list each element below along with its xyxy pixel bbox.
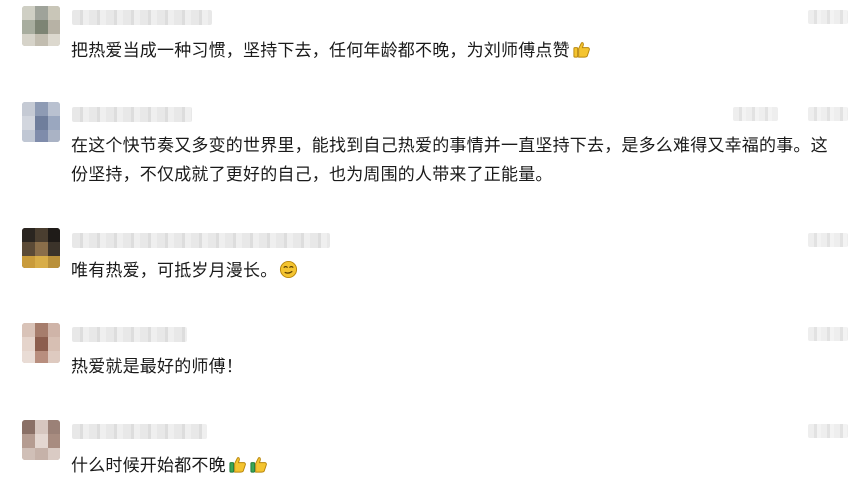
comment-text: 什么时候开始都不晚	[71, 452, 843, 481]
comment-text: 唯有热爱，可抵岁月漫长。	[71, 257, 843, 286]
comment-meta	[808, 424, 848, 438]
smirk-face-icon	[280, 260, 298, 279]
username[interactable]	[72, 10, 212, 25]
comment-text: 把热爱当成一种习惯，坚持下去，任何年龄都不晚，为刘师傅点赞	[71, 37, 843, 66]
comment-meta	[808, 107, 848, 121]
avatar[interactable]	[22, 6, 60, 46]
comment-meta	[733, 107, 778, 121]
comment-text: 热爱就是最好的师傅！	[71, 357, 243, 377]
avatar[interactable]	[22, 323, 60, 363]
username[interactable]	[72, 107, 192, 122]
avatar[interactable]	[22, 102, 60, 142]
username[interactable]	[72, 233, 330, 248]
avatar[interactable]	[22, 228, 60, 268]
comment-text: 在这个快节奏又多变的世界里，能找到自己热爱的事情并一直坚持下去，是多么难得又幸福…	[71, 136, 828, 185]
thumbs-up-icon	[250, 457, 267, 473]
comment-meta	[808, 233, 848, 247]
thumbs-up-icon	[229, 457, 246, 473]
comment-meta	[808, 10, 848, 24]
comment-meta	[808, 327, 848, 341]
thumbs-up-icon	[573, 42, 590, 58]
avatar[interactable]	[22, 420, 60, 460]
username[interactable]	[72, 424, 207, 439]
username[interactable]	[72, 327, 187, 342]
